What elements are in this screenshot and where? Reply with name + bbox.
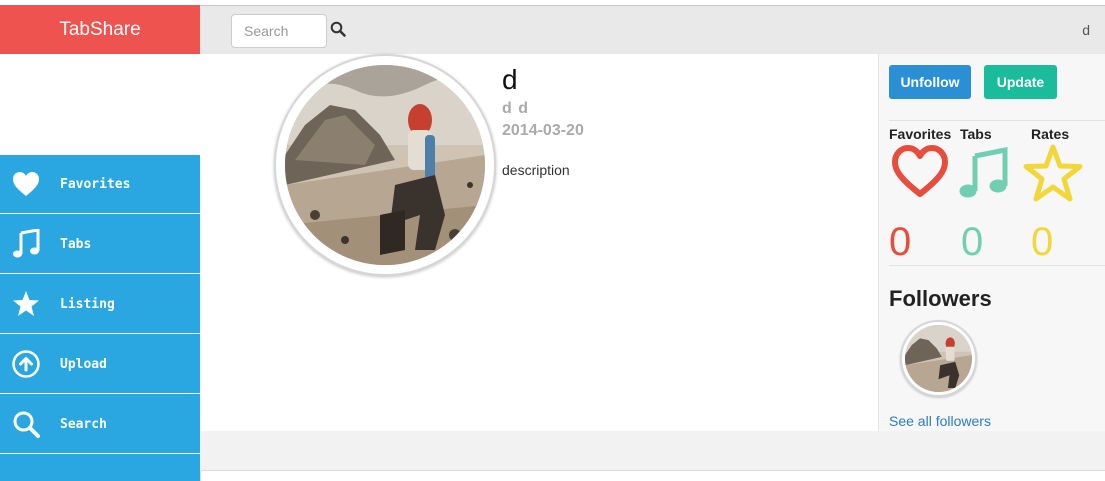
search-input[interactable] [231,14,327,48]
tabs-count: 0 [961,220,984,264]
sidebar-item-label: Search [60,416,107,432]
profile-username: d [502,64,518,95]
brand-title: TabShare [59,18,141,40]
music-note-icon [957,144,1017,202]
brand-logo[interactable]: TabShare [0,5,200,54]
upload-icon [12,350,40,378]
sidebar-item-search[interactable]: Search [0,395,200,454]
sidebar-item-label: Tabs [60,236,92,252]
sidebar-nav: Favorites Tabs Listing Upload Search [0,155,200,481]
heart-icon [12,170,40,198]
avatar-photo [905,325,972,392]
follower-avatar[interactable] [900,320,977,397]
sidebar-item-label: Listing [60,296,115,312]
profile-date: 2014-03-20 [502,122,584,139]
stat-label-rates: Rates [1031,126,1070,142]
heart-icon [891,144,951,202]
see-all-followers-link[interactable]: See all followers [889,413,991,429]
star-icon [1023,144,1083,202]
sidebar-item-label: Favorites [60,176,131,192]
sidebar-item-listing[interactable]: Listing [0,275,200,334]
sidebar-item-favorites[interactable]: Favorites [0,155,200,214]
sidebar-item-tabs[interactable]: Tabs [0,215,200,274]
unfollow-button[interactable]: Unfollow [889,65,971,99]
sidebar-item-upload[interactable]: Upload [0,335,200,394]
favorites-count: 0 [889,220,912,264]
rates-count: 0 [1031,220,1054,264]
profile-full-name: d d [502,100,529,117]
page: TabShare Favorites Tabs Listing Upload S… [0,0,1105,481]
profile-avatar [274,54,496,276]
music-note-icon [12,229,40,258]
divider [889,265,1105,266]
sidebar: TabShare Favorites Tabs Listing Upload S… [0,0,200,481]
followers-title: Followers [889,286,992,311]
bottom-panel [200,470,1105,481]
star-icon [12,290,40,318]
stat-label-favorites: Favorites [889,126,952,142]
user-menu[interactable]: d [1082,22,1090,38]
stat-label-tabs: Tabs [960,126,992,142]
update-button[interactable]: Update [984,65,1057,99]
search-icon[interactable] [330,21,346,37]
sidebar-item-label: Upload [60,356,107,372]
profile-description: description [502,162,570,178]
avatar-photo [285,65,485,265]
stats-panel: Unfollow Update Favorites Tabs Rates 0 0… [878,54,1105,431]
search-icon [12,410,40,438]
profile-main: d d d 2014-03-20 description [200,54,878,431]
top-bar: d [200,5,1105,54]
divider [889,120,1105,121]
